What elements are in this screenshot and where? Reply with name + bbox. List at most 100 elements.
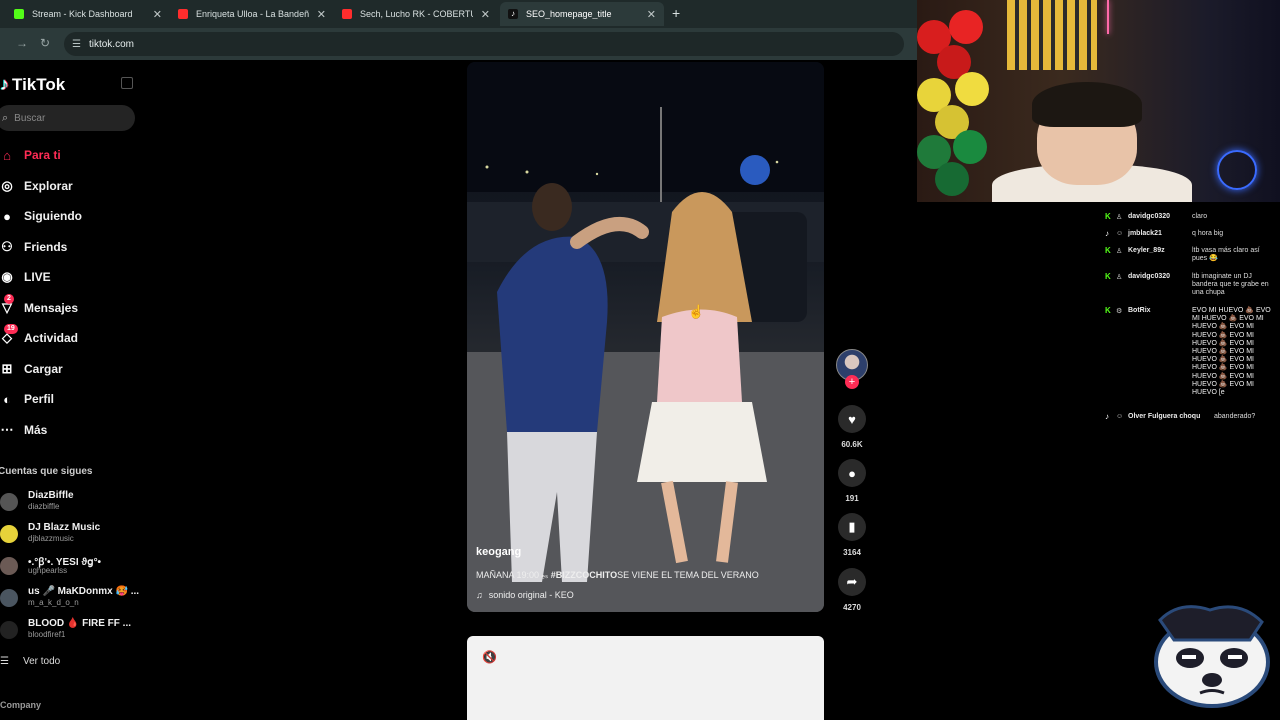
- see-all-link[interactable]: ☰ Ver todo: [0, 656, 60, 667]
- account-name: DJ Blazz Music: [28, 522, 101, 533]
- chat-user: davidgc0320: [1128, 273, 1171, 280]
- close-icon[interactable]: ✕: [317, 8, 326, 21]
- tab-enriqueta[interactable]: Enriqueta Ulloa - La Bandeñita ✕: [170, 2, 334, 26]
- heart-icon: ♥: [848, 411, 856, 427]
- video-frame: [467, 62, 824, 612]
- user-badge-icon: ♙: [1116, 214, 1123, 221]
- next-video-player[interactable]: [467, 636, 824, 720]
- follow-plus-icon[interactable]: +: [845, 375, 859, 389]
- live-icon: ◉: [1, 269, 13, 284]
- nav-mensajes[interactable]: ▽ 2 Mensajes: [0, 294, 79, 319]
- bot-badge-icon: ⚙: [1116, 308, 1123, 315]
- kick-favicon-icon: [14, 9, 24, 19]
- nav-perfil[interactable]: ◐ Perfil: [0, 388, 54, 410]
- reload-icon[interactable]: ↻: [40, 36, 50, 50]
- user-badge-icon: ♙: [1116, 248, 1123, 255]
- video-music[interactable]: ♫ sonido original - KEO: [476, 590, 574, 600]
- account-name: us 🎤 MaKDonmx 🥵 ...: [28, 586, 140, 597]
- friends-icon: ⚇: [1, 239, 13, 254]
- footer-company[interactable]: Company: [0, 700, 41, 710]
- caption-hashtag[interactable]: #BIZZCOCHITO: [551, 570, 617, 580]
- nav-label: Cargar: [24, 362, 63, 376]
- chat-text: abanderado?: [1214, 413, 1256, 420]
- tab-kick-dashboard[interactable]: Stream - Kick Dashboard ✕: [6, 2, 170, 26]
- screen: Stream - Kick Dashboard ✕ Enriqueta Ullo…: [0, 0, 1280, 720]
- nav-explorar[interactable]: ◎ Explorar: [0, 175, 73, 197]
- balloon: [953, 130, 987, 164]
- user-badge-icon: ☺: [1116, 413, 1124, 420]
- chat-text: EVO MI HUEVO 💩 EVO MI HUEVO 💩 EVO MI HUE…: [1192, 307, 1271, 397]
- tab-tiktok[interactable]: ♪ SEO_homepage_title ✕: [500, 2, 664, 26]
- nav-label: Siguiendo: [24, 209, 82, 223]
- collapse-sidebar-icon[interactable]: [121, 77, 133, 89]
- nav-siguiendo[interactable]: ● Siguiendo: [0, 205, 82, 227]
- nav-label: Mensajes: [24, 301, 79, 315]
- share-count: 4270: [843, 603, 861, 612]
- tab-label: SEO_homepage_title: [526, 9, 612, 19]
- chat-user: Olver Fulguera choqu: [1128, 413, 1201, 420]
- nav-actividad[interactable]: ◇ 19 Actividad: [0, 324, 79, 349]
- share-button[interactable]: ➦: [838, 568, 866, 596]
- home-icon: ⌂: [3, 147, 11, 163]
- url-field[interactable]: ☰ tiktok.com: [64, 32, 904, 56]
- account-handle: diazbiffle: [28, 502, 60, 511]
- nav-label: Explorar: [24, 179, 73, 193]
- neon-light: [1107, 0, 1109, 34]
- chat-user: Keyler_89z: [1128, 247, 1165, 254]
- account-name: BLOOD 🩸 FIRE FF ...: [28, 618, 132, 629]
- tiktok-icon: ♪: [1105, 412, 1109, 421]
- comment-icon: ●: [848, 465, 856, 481]
- chat-user: davidgc0320: [1128, 213, 1171, 220]
- site-settings-icon[interactable]: ☰: [72, 39, 81, 50]
- nav-label: Actividad: [24, 331, 79, 345]
- see-all-label: Ver todo: [22, 656, 61, 667]
- chat-text: ltb imaginate un DJ bandera que te grabe…: [1192, 273, 1269, 297]
- like-button[interactable]: ♥: [838, 405, 866, 433]
- following-section-title: Cuentas que sigues: [0, 466, 93, 477]
- nav-label: Perfil: [24, 392, 55, 406]
- more-icon: ⋯: [0, 422, 14, 437]
- bookmark-icon: ▮: [848, 519, 856, 534]
- avatar: [0, 589, 18, 607]
- kick-icon: K: [1105, 306, 1111, 315]
- tab-sech[interactable]: Sech, Lucho RK - COBERTURA ( ✕: [334, 2, 498, 26]
- panda-logo: [1154, 605, 1270, 708]
- video-caption: MAÑANA 19:00 ₑₛ #BIZZCOCHITOSE VIENE EL …: [476, 570, 759, 581]
- close-icon[interactable]: ✕: [647, 8, 656, 21]
- avatar: [0, 493, 18, 511]
- caption-prefix: MAÑANA 19:00 ₑₛ: [476, 570, 551, 580]
- save-count: 3164: [843, 548, 861, 557]
- video-author[interactable]: keogang: [476, 546, 521, 558]
- nav-mas[interactable]: ⋯ Más: [0, 419, 48, 441]
- chat-text: q hora big: [1192, 230, 1224, 237]
- account-handle: djblazzmusic: [28, 534, 74, 543]
- chat-user: BotRix: [1128, 307, 1151, 314]
- nav-para-ti[interactable]: ⌂ Para ti: [0, 144, 61, 166]
- mute-icon[interactable]: 🔇: [482, 650, 497, 664]
- comment-button[interactable]: ●: [838, 459, 866, 487]
- close-icon[interactable]: ✕: [481, 8, 490, 21]
- forward-arrow-icon[interactable]: →: [16, 36, 28, 50]
- tab-label: Enriqueta Ulloa - La Bandeñita: [196, 9, 309, 19]
- music-label: sonido original - KEO: [488, 590, 574, 600]
- nav-live[interactable]: ◉ LIVE: [0, 266, 50, 288]
- new-tab-plus-icon[interactable]: +: [672, 5, 680, 21]
- user-badge-icon: ☺: [1116, 230, 1124, 237]
- webcam-overlay: [917, 0, 1280, 202]
- activity-icon: ◇ 19: [0, 324, 18, 346]
- tiktok-logo[interactable]: ♪ TikTok: [0, 74, 65, 95]
- close-icon[interactable]: ✕: [153, 8, 162, 21]
- save-button[interactable]: ▮: [838, 513, 866, 541]
- search-input[interactable]: ⌕ Buscar: [0, 105, 135, 131]
- mouse-cursor-icon: ☝: [688, 304, 705, 319]
- account-handle: ughpearlss: [28, 566, 68, 575]
- video-player[interactable]: [467, 62, 824, 612]
- webcam-wall: [1007, 0, 1097, 70]
- nav-label: Para ti: [24, 148, 61, 162]
- nav-cargar[interactable]: ⊞ Cargar: [0, 358, 63, 380]
- caption-suffix: SE VIENE EL TEMA DEL VERANO: [617, 570, 759, 580]
- tab-label: Stream - Kick Dashboard: [32, 9, 133, 19]
- kick-icon: K: [1105, 246, 1111, 255]
- nav-friends[interactable]: ⚇ Friends: [0, 236, 67, 258]
- balloon: [955, 72, 989, 106]
